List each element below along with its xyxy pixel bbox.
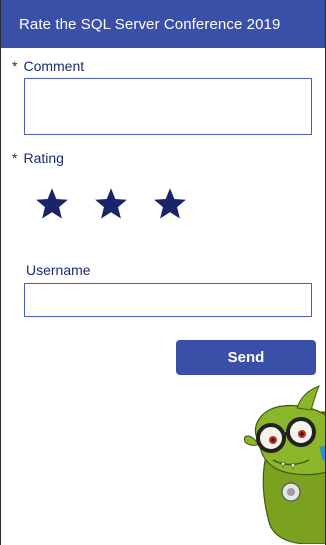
rating-label-text: Rating: [23, 150, 64, 166]
rating-label: * Rating: [12, 150, 64, 166]
required-marker: *: [12, 150, 18, 166]
username-label: Username: [26, 262, 91, 278]
rating-screen: Rate the SQL Server Conference 2019 * Com…: [0, 0, 326, 545]
comment-label-text: Comment: [23, 58, 85, 74]
rating-stars: [34, 186, 188, 222]
mascot-illustration: [244, 385, 325, 544]
star-icon[interactable]: [34, 186, 70, 222]
username-input[interactable]: [24, 283, 312, 317]
required-marker: *: [12, 58, 18, 74]
comment-textarea[interactable]: [24, 78, 312, 135]
star-icon[interactable]: [152, 186, 188, 222]
send-button[interactable]: Send: [176, 340, 316, 375]
app-title: Rate the SQL Server Conference 2019: [19, 15, 281, 33]
star-icon[interactable]: [93, 186, 129, 222]
comment-label: * Comment: [12, 58, 84, 74]
app-header: Rate the SQL Server Conference 2019: [1, 0, 325, 48]
